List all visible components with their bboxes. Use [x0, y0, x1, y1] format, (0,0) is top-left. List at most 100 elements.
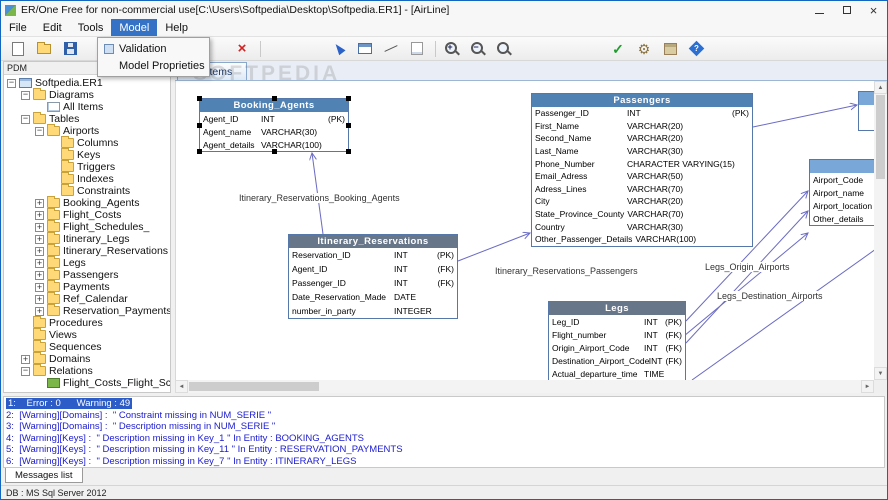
tree-item[interactable]: Tables — [4, 112, 170, 125]
selection-handle[interactable] — [272, 149, 277, 154]
scrollbar-thumb[interactable] — [189, 382, 319, 391]
expand-icon[interactable] — [35, 282, 44, 293]
entity-partial[interactable] — [858, 91, 874, 131]
scrollbar-thumb[interactable] — [876, 95, 885, 179]
expand-icon[interactable] — [35, 246, 44, 257]
tree-item[interactable]: Flight_Schedules_ — [4, 220, 170, 233]
new-button[interactable] — [6, 38, 30, 60]
message-row[interactable]: 1: Error : 0 Warning : 49 — [6, 398, 882, 410]
message-row[interactable]: 2: [Warning][Domains] : " Constraint mis… — [6, 410, 882, 422]
expand-icon[interactable] — [21, 354, 30, 365]
maximize-button[interactable] — [833, 1, 860, 19]
tree-item[interactable]: Keys — [4, 148, 170, 161]
expand-icon[interactable] — [35, 198, 44, 209]
entity-itinerary-reservations[interactable]: Itinerary_Reservations Reservation_ID INT… — [288, 234, 458, 319]
pointer-tool-button[interactable] — [327, 38, 351, 60]
expand-icon[interactable] — [35, 234, 44, 245]
tree-item[interactable]: Constraints — [4, 184, 170, 197]
menu-tools[interactable]: Tools — [70, 19, 112, 36]
minimize-button[interactable] — [806, 1, 833, 19]
entity-tool-button[interactable] — [353, 38, 377, 60]
delete-button[interactable]: × — [230, 38, 254, 60]
expand-icon[interactable] — [35, 210, 44, 221]
relation-label[interactable]: Legs_Destination_Airports — [716, 291, 824, 301]
scroll-down-icon[interactable]: ▼ — [874, 367, 887, 380]
selection-handle[interactable] — [197, 149, 202, 154]
close-button[interactable] — [860, 1, 887, 19]
selection-handle[interactable] — [272, 96, 277, 101]
menu-model[interactable]: Model — [111, 19, 158, 36]
tree-item[interactable]: Itinerary_Reservations — [4, 244, 170, 257]
generate-button[interactable] — [658, 38, 682, 60]
entity-header[interactable]: Passengers — [532, 94, 752, 107]
settings-button[interactable]: ⚙ — [632, 38, 656, 60]
relation-line[interactable] — [457, 233, 530, 262]
tree-item[interactable]: Flight_Costs — [4, 208, 170, 221]
zoom-in-button[interactable]: + — [440, 38, 464, 60]
tree-item[interactable]: Triggers — [4, 160, 170, 173]
vertical-scrollbar[interactable]: ▲ ▼ — [874, 81, 887, 380]
collapse-icon[interactable] — [35, 125, 44, 136]
menu-item-validation[interactable]: Validation — [98, 40, 209, 57]
scroll-right-icon[interactable]: ► — [861, 380, 874, 393]
tree-item[interactable]: All Items — [4, 101, 170, 113]
selection-handle[interactable] — [346, 123, 351, 128]
entity-airports[interactable]: Airports Airport_Code Airport_name Airpo… — [809, 159, 874, 226]
selection-handle[interactable] — [197, 96, 202, 101]
tree-item[interactable]: Procedures — [4, 316, 170, 329]
relation-label[interactable]: Legs_Origin_Airports — [704, 262, 791, 272]
open-button[interactable] — [32, 38, 56, 60]
message-row[interactable]: 5: [Warning][Keys] : " Description missi… — [6, 444, 882, 456]
entity-booking-agents[interactable]: Booking_Agents Agent_ID INT (PK) Agent_nam… — [197, 96, 351, 154]
scroll-up-icon[interactable]: ▲ — [874, 81, 887, 94]
tree-item[interactable]: Relations — [4, 364, 170, 377]
tree-item[interactable]: Domains — [4, 352, 170, 365]
expand-icon[interactable] — [35, 294, 44, 305]
tree-item[interactable]: Sequences — [4, 340, 170, 353]
collapse-icon[interactable] — [21, 113, 30, 124]
menu-help[interactable]: Help — [157, 19, 196, 36]
tree-item[interactable]: Legs — [4, 256, 170, 269]
scrollbar-track[interactable] — [320, 380, 861, 393]
entity-header[interactable]: Itinerary_Reservations — [289, 235, 457, 248]
entity-legs[interactable]: Legs Leg_ID INT (PK) Flight_number INT (FK) … — [548, 301, 686, 380]
selection-handle[interactable] — [346, 149, 351, 154]
tree-item[interactable]: Softpedia.ER1 — [4, 77, 170, 89]
comment-tool-button[interactable] — [405, 38, 429, 60]
horizontal-scrollbar[interactable]: ◄ ► — [175, 380, 874, 393]
scroll-left-icon[interactable]: ◄ — [175, 380, 188, 393]
expand-icon[interactable] — [35, 306, 44, 317]
expand-icon[interactable] — [35, 258, 44, 269]
tree-item[interactable]: Flight_Costs_Flight_Sc — [4, 377, 170, 389]
scrollbar-track[interactable] — [874, 180, 887, 367]
zoom-page-button[interactable] — [492, 38, 516, 60]
menu-file[interactable]: File — [1, 19, 35, 36]
expand-icon[interactable] — [35, 270, 44, 281]
entity-header[interactable]: Legs — [549, 302, 685, 315]
relation-line[interactable] — [752, 105, 857, 128]
tree-item[interactable]: Views — [4, 328, 170, 341]
save-button[interactable] — [58, 38, 82, 60]
diagram-viewport[interactable]: Itinerary_Reservations_Booking_Agents It… — [175, 81, 874, 380]
tree-item[interactable]: Booking_Agents — [4, 196, 170, 209]
relation-label[interactable]: Itinerary_Reservations_Passengers — [494, 266, 639, 276]
zoom-out-button[interactable]: − — [466, 38, 490, 60]
tree-item[interactable]: Diagrams — [4, 88, 170, 101]
tree-item[interactable]: Itinerary_Legs — [4, 232, 170, 245]
tree-item[interactable]: Reservation_Payments — [4, 304, 170, 317]
entity-header[interactable]: Airports — [810, 160, 874, 173]
tree-item[interactable]: Passengers — [4, 268, 170, 281]
message-row[interactable]: 6: [Warning][Keys] : " Description missi… — [6, 456, 882, 468]
tree-item[interactable]: Columns — [4, 136, 170, 149]
message-row[interactable]: 4: [Warning][Keys] : " Description missi… — [6, 433, 882, 445]
relation-tool-button[interactable] — [379, 38, 403, 60]
expand-icon[interactable] — [35, 222, 44, 233]
tree-item[interactable]: Airports — [4, 124, 170, 137]
tree-item[interactable]: Indexes — [4, 172, 170, 185]
collapse-icon[interactable] — [21, 365, 30, 376]
collapse-icon[interactable] — [7, 77, 16, 88]
tree-item[interactable]: Payments — [4, 280, 170, 293]
entity-passengers[interactable]: Passengers Passenger_ID INT (PK) First_Nam… — [531, 93, 753, 247]
validate-button[interactable]: ✓ — [606, 38, 630, 60]
collapse-icon[interactable] — [21, 89, 30, 100]
